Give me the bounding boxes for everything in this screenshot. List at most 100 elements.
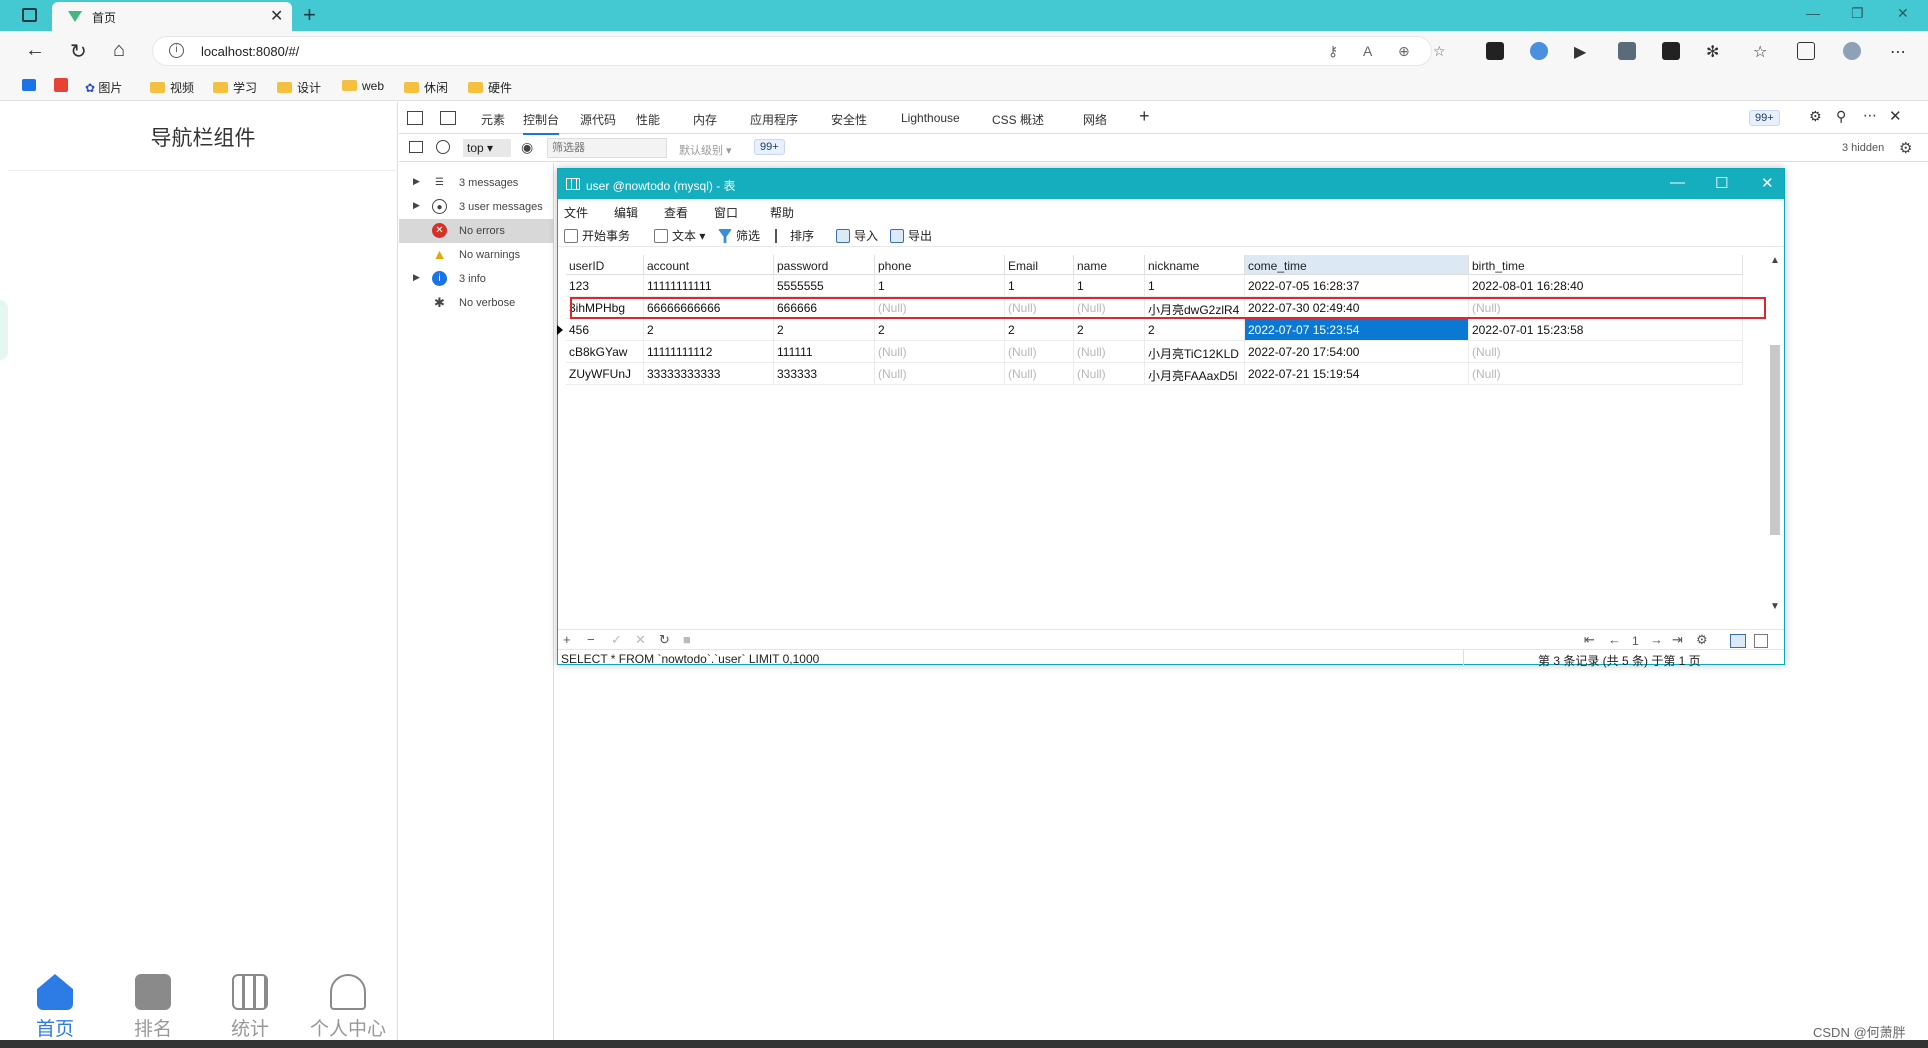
read-aloud-icon[interactable]: A: [1363, 43, 1372, 59]
window-titlebar[interactable]: user @nowtodo (mysql) - 表 — ☐ ✕: [558, 169, 1784, 199]
close-icon[interactable]: ✕: [1761, 174, 1774, 192]
extension-icon[interactable]: [1618, 42, 1636, 60]
tab-console[interactable]: 控制台: [523, 111, 560, 135]
bookmark-folder[interactable]: 休闲: [404, 79, 448, 96]
feedback-icon[interactable]: ⚲: [1836, 108, 1846, 125]
form-view-icon[interactable]: [1754, 634, 1768, 648]
favorites-icon[interactable]: ☆: [1753, 42, 1771, 61]
tab-home[interactable]: 首页: [10, 972, 100, 1041]
menu-view[interactable]: 查看: [664, 204, 688, 221]
scrollbar-thumb[interactable]: [1770, 345, 1780, 535]
tab-actions-icon[interactable]: [22, 8, 37, 22]
export-button[interactable]: 导出: [890, 227, 932, 244]
tab-application[interactable]: 应用程序: [750, 111, 798, 128]
sidebar-item-warnings[interactable]: ▲ No warnings: [399, 243, 554, 267]
table-row[interactable]: 123 11111111111 5555555 1 1 1 1 2022-07-…: [566, 275, 1764, 297]
expand-icon[interactable]: ▶: [413, 272, 420, 283]
vertical-scrollbar[interactable]: ▲ ▼: [1767, 255, 1783, 615]
bookmark-item[interactable]: ✿ 图片: [85, 79, 122, 96]
refresh-icon[interactable]: ↻: [659, 632, 670, 648]
eye-icon[interactable]: ◉: [521, 139, 533, 156]
favorite-icon[interactable]: ☆: [1433, 43, 1446, 60]
extension-icon[interactable]: [1530, 42, 1548, 60]
table-row[interactable]: cB8kGYaw 11111111112 111111 (Null) (Null…: [566, 341, 1764, 363]
bookmark-folder[interactable]: 学习: [213, 79, 257, 96]
stop-icon[interactable]: ■: [683, 632, 691, 647]
settings-icon[interactable]: ⚙: [1899, 139, 1912, 157]
close-window-icon[interactable]: ✕: [1897, 5, 1909, 22]
reload-icon[interactable]: ↻: [70, 39, 87, 64]
tab-lighthouse[interactable]: Lighthouse: [901, 111, 960, 125]
column-header[interactable]: userID: [566, 255, 644, 275]
maximize-icon[interactable]: ☐: [1715, 174, 1728, 192]
scroll-up-icon[interactable]: ▲: [1770, 255, 1780, 266]
close-icon[interactable]: ✕: [270, 6, 283, 26]
tab-elements[interactable]: 元素: [481, 111, 505, 128]
tab-css-overview[interactable]: CSS 概述: [992, 111, 1044, 128]
sort-button[interactable]: 排序: [772, 227, 814, 244]
issues-badge[interactable]: 99+: [754, 139, 785, 155]
more-icon[interactable]: ⋯: [1863, 107, 1877, 124]
column-header[interactable]: account: [644, 255, 774, 275]
sidebar-item-errors[interactable]: ✕ No errors: [399, 219, 554, 243]
inspect-icon[interactable]: [407, 111, 423, 125]
column-header[interactable]: nickname: [1145, 255, 1245, 275]
context-select[interactable]: top ▾: [463, 139, 511, 157]
device-toolbar-icon[interactable]: [440, 111, 456, 125]
column-header[interactable]: password: [774, 255, 875, 275]
prev-page-icon[interactable]: ←: [1608, 632, 1621, 647]
bookmark-bilibili-icon[interactable]: [22, 79, 36, 91]
back-icon[interactable]: ←: [25, 39, 45, 62]
table-row[interactable]: 456 2 2 2 2 2 2 2022-07-07 15:23:54 2022…: [557, 319, 1764, 341]
scroll-down-icon[interactable]: ▼: [1770, 601, 1780, 612]
import-button[interactable]: 导入: [836, 227, 878, 244]
bookmark-folder[interactable]: 视频: [150, 79, 194, 96]
settings-icon[interactable]: ⚙: [1809, 108, 1822, 125]
column-header[interactable]: phone: [875, 255, 1005, 275]
avatar[interactable]: [1843, 42, 1861, 60]
tab-security[interactable]: 安全性: [831, 111, 867, 128]
column-header[interactable]: come_time: [1245, 255, 1469, 275]
page-number[interactable]: 1: [1632, 634, 1639, 648]
menu-file[interactable]: 文件: [564, 204, 588, 221]
menu-help[interactable]: 帮助: [770, 204, 794, 221]
new-tab-icon[interactable]: +: [303, 2, 316, 28]
minimize-icon[interactable]: —: [1806, 5, 1820, 21]
bookmark-csdn-icon[interactable]: [54, 78, 68, 92]
tab-memory[interactable]: 内存: [693, 111, 717, 128]
collections-icon[interactable]: [1797, 42, 1815, 60]
expand-icon[interactable]: ▶: [413, 176, 420, 187]
puzzle-icon[interactable]: ✻: [1706, 42, 1724, 61]
bookmark-folder[interactable]: 设计: [277, 79, 321, 96]
text-button[interactable]: 文本 ▾: [654, 227, 705, 244]
apply-icon[interactable]: ✓: [611, 632, 622, 648]
first-page-icon[interactable]: ⇤: [1584, 632, 1595, 648]
begin-transaction-button[interactable]: 开始事务: [564, 227, 630, 244]
home-icon[interactable]: ⌂: [113, 39, 125, 62]
table-row[interactable]: ZUyWFUnJ 33333333333 333333 (Null) (Null…: [566, 363, 1764, 385]
column-header[interactable]: name: [1074, 255, 1145, 275]
log-level-select[interactable]: 默认级别 ▾: [679, 142, 732, 158]
sidebar-toggle-icon[interactable]: [409, 141, 423, 153]
tab-performance[interactable]: 性能: [636, 111, 660, 128]
zoom-icon[interactable]: ⊕: [1398, 43, 1410, 60]
next-page-icon[interactable]: →: [1650, 632, 1663, 647]
close-icon[interactable]: ✕: [1889, 107, 1902, 125]
add-tab-icon[interactable]: +: [1139, 106, 1150, 127]
more-icon[interactable]: ⋯: [1890, 42, 1908, 61]
tab-profile[interactable]: 个人中心: [303, 972, 393, 1041]
menu-edit[interactable]: 编辑: [614, 204, 638, 221]
filter-button[interactable]: 筛选: [718, 227, 760, 244]
clear-icon[interactable]: [436, 140, 450, 154]
sidebar-item-messages[interactable]: ▶ ☰ 3 messages: [399, 171, 554, 195]
key-icon[interactable]: ⚷: [1328, 43, 1338, 60]
info-icon[interactable]: i: [169, 43, 184, 58]
sidebar-item-info[interactable]: ▶ i 3 info: [399, 267, 554, 291]
filter-input[interactable]: [547, 138, 667, 158]
sidebar-item-user-messages[interactable]: ▶ ● 3 user messages: [399, 195, 554, 219]
tab-rank[interactable]: 排名: [108, 972, 198, 1041]
column-header[interactable]: birth_time: [1469, 255, 1743, 275]
settings-icon[interactable]: ⚙: [1696, 632, 1708, 648]
browser-tab[interactable]: 首页 ✕: [52, 2, 292, 31]
discard-icon[interactable]: ✕: [635, 632, 646, 648]
